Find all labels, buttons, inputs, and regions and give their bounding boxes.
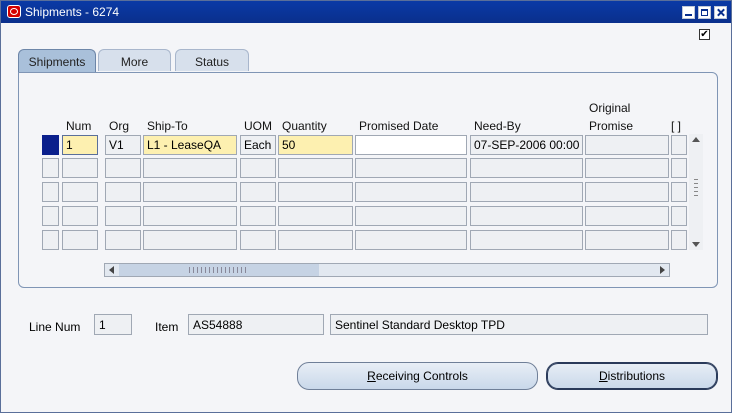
line-num-field[interactable]: 1 bbox=[94, 314, 132, 335]
header-uom: UOM bbox=[244, 119, 272, 133]
promised-date-cell[interactable] bbox=[355, 230, 467, 250]
need-by-cell[interactable] bbox=[470, 230, 583, 250]
receiving-controls-button[interactable]: Receiving Controls bbox=[297, 362, 538, 390]
folder-cell[interactable] bbox=[671, 135, 687, 155]
tab-more[interactable]: More bbox=[98, 49, 171, 71]
ship-to-cell[interactable] bbox=[143, 230, 237, 250]
ship-to-cell[interactable] bbox=[143, 182, 237, 202]
num-cell[interactable] bbox=[62, 182, 98, 202]
tab-shipments[interactable]: Shipments bbox=[18, 49, 96, 73]
scroll-right-icon[interactable] bbox=[660, 266, 665, 274]
num-cell[interactable] bbox=[62, 206, 98, 226]
need-by-cell[interactable]: 07-SEP-2006 00:00 bbox=[470, 135, 583, 155]
maximize-icon[interactable] bbox=[698, 6, 711, 19]
window-checkbox[interactable]: ✔ bbox=[699, 29, 710, 40]
ship-to-cell[interactable] bbox=[143, 206, 237, 226]
row-indicator-current[interactable] bbox=[42, 135, 59, 155]
uom-cell[interactable]: Each bbox=[240, 135, 276, 155]
original-promise-cell[interactable] bbox=[585, 135, 669, 155]
header-need-by: Need-By bbox=[474, 119, 521, 133]
title-bar[interactable]: Shipments - 6274 bbox=[1, 1, 731, 23]
ship-to-cell[interactable]: L1 - LeaseQA bbox=[143, 135, 237, 155]
num-cell[interactable] bbox=[62, 230, 98, 250]
line-num-label: Line Num bbox=[29, 320, 81, 334]
scroll-grip-icon bbox=[189, 267, 249, 273]
uom-cell[interactable] bbox=[240, 182, 276, 202]
original-promise-cell[interactable] bbox=[585, 158, 669, 178]
org-cell[interactable] bbox=[105, 158, 141, 178]
quantity-cell[interactable] bbox=[278, 230, 353, 250]
scroll-up-icon[interactable] bbox=[692, 137, 700, 142]
folder-cell[interactable] bbox=[671, 206, 687, 226]
horizontal-scroll-thumb[interactable] bbox=[119, 264, 319, 276]
vertical-scrollbar[interactable] bbox=[689, 134, 703, 250]
original-promise-cell[interactable] bbox=[585, 182, 669, 202]
org-cell[interactable] bbox=[105, 182, 141, 202]
tab-status[interactable]: Status bbox=[175, 49, 249, 71]
quantity-cell[interactable] bbox=[278, 206, 353, 226]
row-indicator[interactable] bbox=[42, 206, 59, 226]
folder-cell[interactable] bbox=[671, 158, 687, 178]
uom-cell[interactable] bbox=[240, 206, 276, 226]
folder-cell[interactable] bbox=[671, 182, 687, 202]
org-cell[interactable] bbox=[105, 230, 141, 250]
row-indicator[interactable] bbox=[42, 182, 59, 202]
shipments-window: Shipments - 6274 ✔ Shipments More Status… bbox=[0, 0, 732, 413]
window-title: Shipments - 6274 bbox=[25, 5, 120, 19]
uom-cell[interactable] bbox=[240, 158, 276, 178]
horizontal-scrollbar[interactable] bbox=[104, 263, 670, 277]
scroll-down-icon[interactable] bbox=[692, 242, 700, 247]
close-icon[interactable] bbox=[714, 6, 727, 19]
need-by-cell[interactable] bbox=[470, 182, 583, 202]
minimize-icon[interactable] bbox=[682, 6, 695, 19]
quantity-cell[interactable] bbox=[278, 158, 353, 178]
header-org: Org bbox=[109, 119, 130, 133]
uom-cell[interactable] bbox=[240, 230, 276, 250]
num-cell[interactable]: 1 bbox=[62, 135, 98, 155]
num-cell[interactable] bbox=[62, 158, 98, 178]
folder-button[interactable]: [ ] bbox=[671, 119, 681, 133]
promised-date-cell[interactable] bbox=[355, 158, 467, 178]
scroll-grip-icon bbox=[694, 179, 698, 199]
org-cell[interactable] bbox=[105, 206, 141, 226]
quantity-cell[interactable]: 50 bbox=[278, 135, 353, 155]
distributions-button[interactable]: Distributions bbox=[546, 362, 718, 390]
header-ship-to: Ship-To bbox=[147, 119, 188, 133]
distributions-mnemonic: D bbox=[598, 369, 608, 383]
promised-date-cell[interactable] bbox=[355, 135, 467, 155]
ship-to-cell[interactable] bbox=[143, 158, 237, 178]
distributions-label: istributions bbox=[607, 369, 666, 383]
need-by-cell[interactable] bbox=[470, 206, 583, 226]
receiving-controls-label: eceiving Controls bbox=[375, 369, 468, 383]
original-promise-cell[interactable] bbox=[585, 230, 669, 250]
quantity-cell[interactable] bbox=[278, 182, 353, 202]
row-indicator[interactable] bbox=[42, 230, 59, 250]
promised-date-cell[interactable] bbox=[355, 206, 467, 226]
header-promised-date: Promised Date bbox=[359, 119, 439, 133]
header-num: Num bbox=[66, 119, 92, 133]
need-by-cell[interactable] bbox=[470, 158, 583, 178]
scroll-left-icon[interactable] bbox=[109, 266, 114, 274]
org-cell[interactable]: V1 bbox=[105, 135, 141, 155]
item-code-field[interactable]: AS54888 bbox=[188, 314, 324, 335]
receiving-controls-mnemonic: R bbox=[367, 369, 376, 383]
folder-cell[interactable] bbox=[671, 230, 687, 250]
item-label: Item bbox=[155, 320, 179, 334]
promised-date-cell[interactable] bbox=[355, 182, 467, 202]
header-quantity: Quantity bbox=[282, 119, 327, 133]
oracle-app-icon bbox=[7, 5, 21, 18]
header-original-promise: Original bbox=[589, 101, 631, 115]
header-original-promise-line2: Promise bbox=[589, 119, 634, 133]
row-indicator[interactable] bbox=[42, 158, 59, 178]
original-promise-cell[interactable] bbox=[585, 206, 669, 226]
item-description-field[interactable]: Sentinel Standard Desktop TPD bbox=[330, 314, 708, 335]
